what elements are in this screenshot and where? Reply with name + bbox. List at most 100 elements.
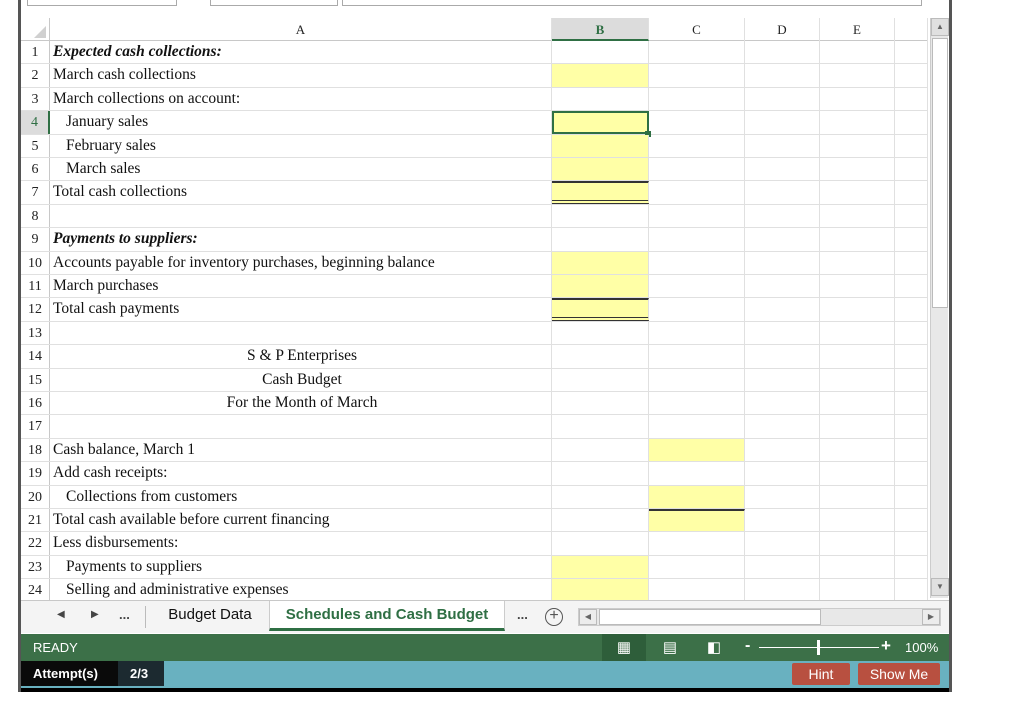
scroll-up-icon[interactable]: ▲ — [931, 18, 949, 36]
cell-c[interactable] — [649, 532, 745, 555]
select-all-corner[interactable] — [21, 18, 50, 41]
cell-d[interactable] — [745, 555, 820, 579]
cell-b[interactable] — [552, 532, 649, 555]
cell-c[interactable] — [649, 181, 745, 204]
cell-d[interactable] — [745, 111, 820, 134]
cell-e[interactable] — [820, 111, 895, 134]
cell-c[interactable] — [649, 41, 745, 64]
cell-c[interactable] — [649, 415, 745, 438]
row-header[interactable]: 14 — [21, 345, 50, 368]
row-header[interactable]: 13 — [21, 321, 50, 345]
hint-button[interactable]: Hint — [792, 663, 850, 685]
cell-c-input[interactable] — [649, 509, 745, 532]
cell-c[interactable] — [649, 134, 745, 157]
cell-a[interactable]: Total cash available before current fina… — [50, 509, 552, 532]
cell-d[interactable] — [745, 275, 820, 298]
column-header-c[interactable]: C — [649, 18, 745, 41]
row-header[interactable]: 8 — [21, 204, 50, 228]
cell-f[interactable] — [895, 275, 928, 298]
cell-b-input[interactable] — [552, 298, 649, 321]
cell-a[interactable]: Selling and administrative expenses — [50, 579, 552, 600]
page-layout-view-icon[interactable]: ▤ — [648, 634, 692, 661]
cell-f[interactable] — [895, 134, 928, 157]
cell-b[interactable] — [552, 228, 649, 251]
row-header[interactable]: 16 — [21, 392, 50, 415]
tab-schedules-and-cash-budget[interactable]: Schedules and Cash Budget — [269, 601, 505, 631]
cell-a[interactable] — [50, 415, 552, 438]
column-header-e[interactable]: E — [820, 18, 895, 41]
cell-b[interactable] — [552, 415, 649, 438]
page-break-view-icon[interactable]: ◧ — [692, 634, 736, 661]
cell-d[interactable] — [745, 134, 820, 157]
row-header[interactable]: 3 — [21, 87, 50, 111]
cell-c[interactable] — [649, 251, 745, 274]
cell-f[interactable] — [895, 579, 928, 600]
cell-e[interactable] — [820, 462, 895, 485]
cell-a[interactable] — [50, 321, 552, 345]
row-header[interactable]: 9 — [21, 228, 50, 251]
cell-a[interactable]: Collections from customers — [50, 485, 552, 508]
row-header[interactable]: 1 — [21, 41, 50, 64]
cell-d[interactable] — [745, 181, 820, 204]
cell-b[interactable] — [552, 438, 649, 462]
cell-a[interactable]: Payments to suppliers: — [50, 228, 552, 251]
row-header[interactable]: 12 — [21, 298, 50, 321]
column-header-b[interactable]: B — [552, 18, 649, 41]
cell-b[interactable] — [552, 509, 649, 532]
cell-c[interactable] — [649, 158, 745, 181]
cell-c[interactable] — [649, 462, 745, 485]
cell-c-input[interactable] — [649, 485, 745, 508]
scroll-right-icon[interactable]: ▶ — [922, 609, 940, 625]
cell-f[interactable] — [895, 485, 928, 508]
cell-f[interactable] — [895, 345, 928, 368]
cell-c[interactable] — [649, 368, 745, 391]
row-header[interactable]: 4 — [21, 111, 50, 134]
cell-e[interactable] — [820, 438, 895, 462]
cell-c[interactable] — [649, 321, 745, 345]
cell-f[interactable] — [895, 64, 928, 87]
cell-f[interactable] — [895, 415, 928, 438]
zoom-in-button[interactable]: + — [881, 636, 891, 656]
show-me-button[interactable]: Show Me — [858, 663, 940, 685]
scroll-left-icon[interactable]: ◀ — [579, 609, 597, 625]
cell-d[interactable] — [745, 368, 820, 391]
formula-name-box[interactable] — [27, 0, 177, 6]
cell-b-input[interactable] — [552, 134, 649, 157]
column-header-a[interactable]: A — [50, 18, 552, 41]
cell-e[interactable] — [820, 555, 895, 579]
vertical-scrollbar[interactable]: ▲ ▼ — [930, 18, 949, 598]
cell-d[interactable] — [745, 392, 820, 415]
cell-d[interactable] — [745, 228, 820, 251]
row-header[interactable]: 19 — [21, 462, 50, 485]
cell-a[interactable]: February sales — [50, 134, 552, 157]
cell-b[interactable] — [552, 204, 649, 228]
cell-c-input[interactable] — [649, 438, 745, 462]
zoom-slider-thumb[interactable] — [817, 640, 820, 655]
cell-d[interactable] — [745, 251, 820, 274]
cell-d[interactable] — [745, 345, 820, 368]
cell-d[interactable] — [745, 87, 820, 111]
cell-f[interactable] — [895, 228, 928, 251]
cell-f[interactable] — [895, 392, 928, 415]
cell-e[interactable] — [820, 134, 895, 157]
sheet-next-icon[interactable]: ▶ — [91, 609, 99, 620]
cell-b[interactable] — [552, 87, 649, 111]
cell-d[interactable] — [745, 415, 820, 438]
horizontal-scroll-thumb[interactable] — [599, 609, 821, 625]
cell-e[interactable] — [820, 251, 895, 274]
cell-a[interactable]: Add cash receipts: — [50, 462, 552, 485]
row-header[interactable]: 18 — [21, 438, 50, 462]
cell-b[interactable] — [552, 462, 649, 485]
tab-budget-data[interactable]: Budget Data — [151, 601, 269, 631]
cell-b[interactable] — [552, 345, 649, 368]
cell-b[interactable] — [552, 485, 649, 508]
cell-e[interactable] — [820, 392, 895, 415]
row-header[interactable]: 7 — [21, 181, 50, 204]
cell-b-input[interactable] — [552, 64, 649, 87]
cell-a[interactable]: March cash collections — [50, 64, 552, 87]
normal-view-icon[interactable]: ▦ — [602, 634, 646, 661]
cell-b-input[interactable] — [552, 251, 649, 274]
cell-d[interactable] — [745, 298, 820, 321]
cell-d[interactable] — [745, 438, 820, 462]
cell-a[interactable]: Payments to suppliers — [50, 555, 552, 579]
